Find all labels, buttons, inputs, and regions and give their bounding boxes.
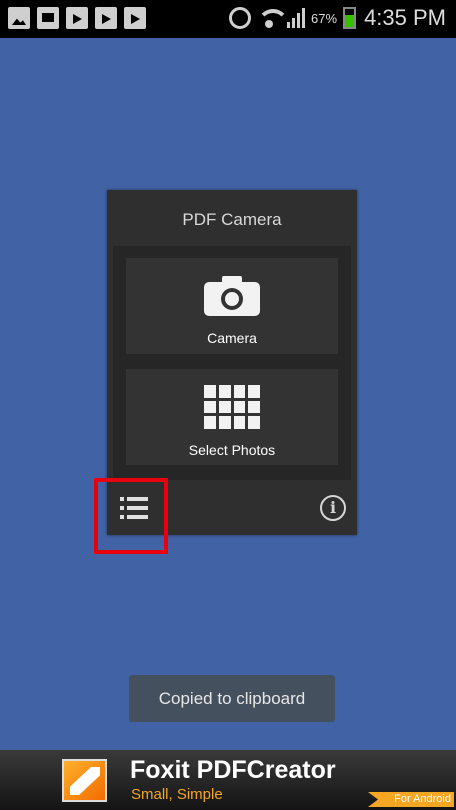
battery-percent: 67%: [311, 10, 338, 26]
select-photos-label: Select Photos: [188, 442, 276, 458]
alarm-icon: [229, 7, 252, 29]
dialog-body: Camera Select Photos: [113, 246, 351, 480]
ad-banner[interactable]: Foxit PDFCreator Small, Simple For Andro…: [0, 750, 456, 810]
foxit-logo-icon: [62, 759, 107, 802]
notification-icons: [8, 7, 146, 29]
wifi-icon: [257, 7, 290, 29]
status-bar: 67% 4:35 PM: [0, 0, 456, 38]
ad-tag: For Android: [368, 792, 454, 807]
camera-button[interactable]: Camera: [126, 258, 338, 354]
signal-icon: [287, 8, 306, 28]
shopping-bag-icon: [95, 7, 117, 29]
highlight-box: [94, 478, 168, 554]
toast-message: Copied to clipboard: [129, 675, 335, 722]
shopping-bag-icon: [124, 7, 146, 29]
picture-icon: [8, 7, 30, 29]
info-icon[interactable]: i: [320, 495, 346, 521]
sd-card-icon: [37, 7, 59, 29]
ad-subtitle: Small, Simple: [131, 786, 223, 803]
clock: 4:35 PM: [364, 5, 446, 30]
battery-icon: [343, 7, 357, 29]
camera-icon: [204, 276, 260, 316]
photo-grid-icon: [204, 385, 260, 429]
ad-title: Foxit PDFCreator: [130, 756, 336, 784]
dialog-title: PDF Camera: [182, 210, 282, 229]
camera-label: Camera: [207, 330, 257, 346]
system-indicators: 67% 4:35 PM: [229, 5, 446, 31]
select-photos-button[interactable]: Select Photos: [126, 369, 338, 465]
shopping-bag-icon: [66, 7, 88, 29]
